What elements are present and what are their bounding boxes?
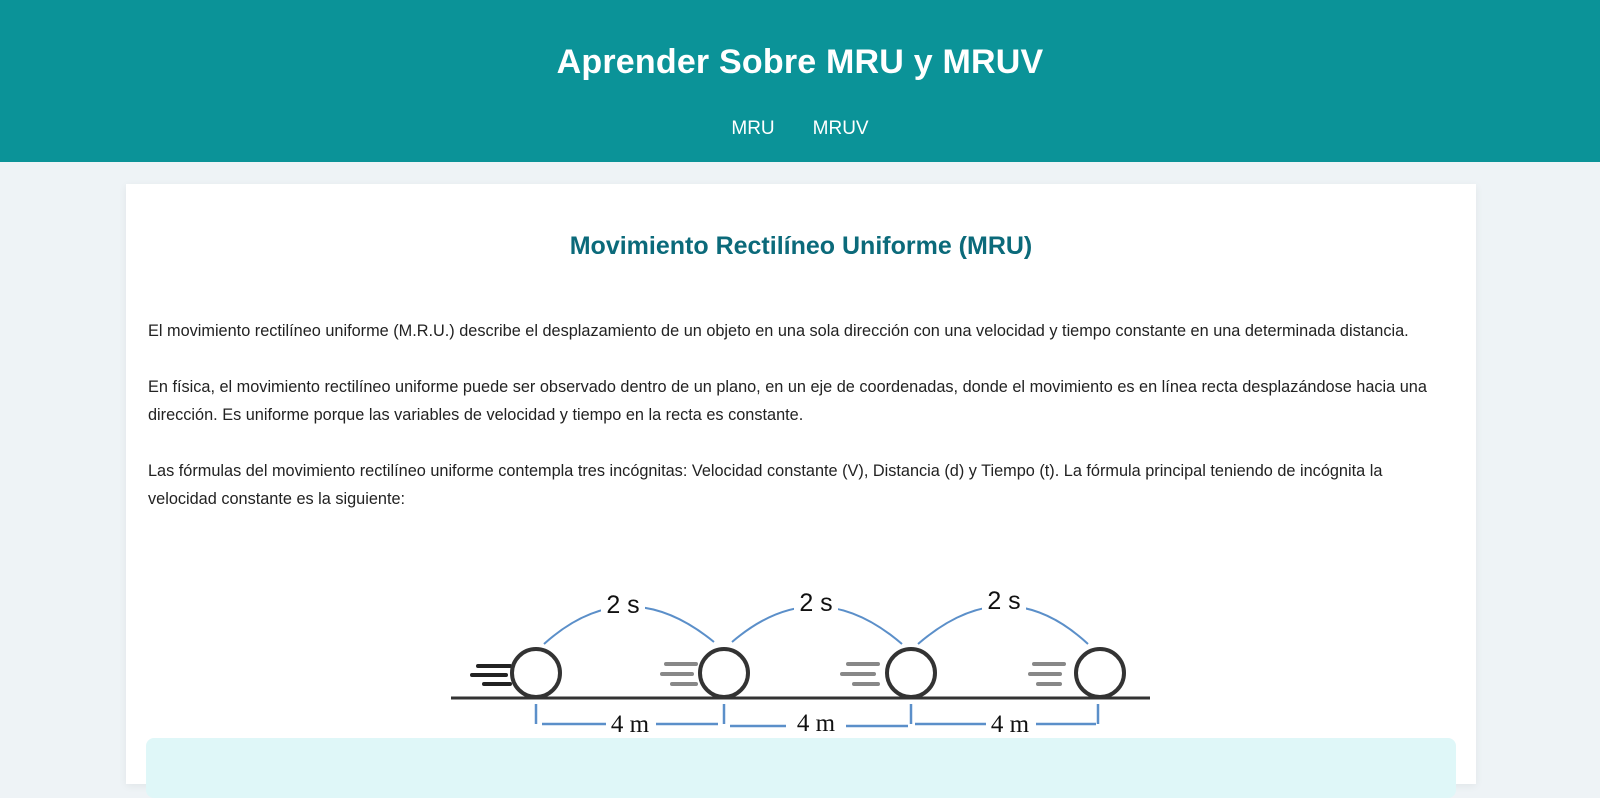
ball-3: [885, 647, 937, 699]
content-card: Movimiento Rectilíneo Uniforme (MRU) El …: [126, 184, 1476, 798]
paragraph-formulas: Las fórmulas del movimiento rectilíneo u…: [148, 462, 1383, 508]
speed-lines-3: [840, 662, 880, 686]
speed-lines-4: [1028, 662, 1066, 686]
distance-label-1: 4 m: [611, 711, 650, 738]
distance-label-3: 4 m: [991, 711, 1030, 738]
section-heading: Movimiento Rectilíneo Uniforme (MRU): [569, 232, 1033, 260]
time-label-2: 2 s: [799, 589, 832, 617]
nav-link-mru[interactable]: MRU: [731, 118, 774, 140]
ball-1: [510, 647, 562, 699]
paragraph-definition: El movimiento rectilíneo uniforme (M.R.U…: [148, 322, 1409, 340]
site-title: Aprender Sobre MRU y MRUV: [556, 43, 1044, 81]
mru-diagram: 2 s 2 s 2 s 4 m 4 m 4 m: [451, 584, 1150, 738]
formula-box: [146, 738, 1456, 798]
ball-2: [698, 647, 750, 699]
speed-lines-1: [470, 664, 512, 686]
paragraph-physics: En física, el movimiento rectilíneo unif…: [148, 378, 1427, 424]
time-label-1: 2 s: [606, 591, 639, 619]
distance-label-2: 4 m: [797, 710, 836, 737]
nav-link-mruv[interactable]: MRUV: [813, 118, 869, 140]
main-nav: MRU MRUV: [0, 118, 1600, 140]
time-label-3: 2 s: [987, 587, 1020, 615]
site-header: Aprender Sobre MRU y MRUV MRU MRUV: [0, 0, 1600, 162]
ball-4: [1074, 647, 1126, 699]
speed-lines-2: [660, 662, 698, 686]
